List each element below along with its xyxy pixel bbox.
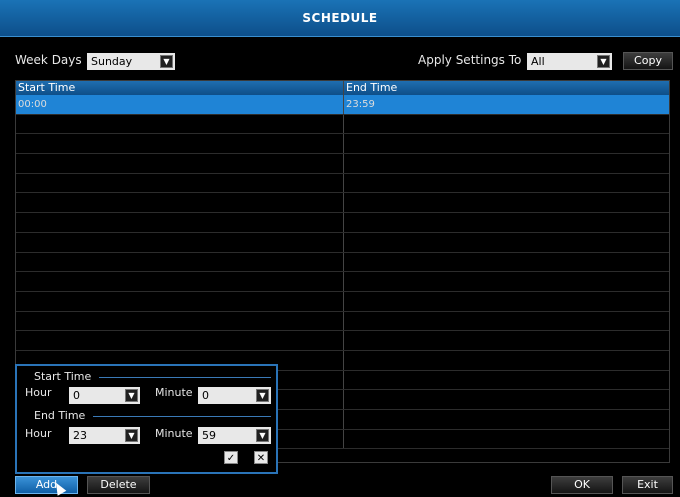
table-header: Start Time End Time xyxy=(16,81,669,95)
dropdown-arrow-icon: ▼ xyxy=(125,429,138,442)
start-hour-dropdown[interactable]: 0 ▼ xyxy=(69,387,140,404)
end-hour-label: Hour xyxy=(25,427,52,440)
dropdown-arrow-icon: ▼ xyxy=(160,55,173,68)
column-header-end-time: End Time xyxy=(346,81,398,94)
dropdown-arrow-icon: ▼ xyxy=(597,55,610,68)
start-time-section-label: Start Time xyxy=(34,370,92,383)
weekdays-value: Sunday xyxy=(91,55,133,68)
exit-button[interactable]: Exit xyxy=(622,476,673,494)
row-end-time: 23:59 xyxy=(346,99,375,110)
table-row[interactable] xyxy=(16,331,669,351)
apply-settings-value: All xyxy=(531,55,545,68)
weekdays-dropdown[interactable]: Sunday ▼ xyxy=(87,53,175,70)
time-editor-panel: Start Time Hour 0 ▼ Minute 0 ▼ End Time … xyxy=(15,364,278,474)
confirm-checkmark-icon[interactable]: ✓ xyxy=(224,451,238,464)
table-row[interactable]: 00:00 23:59 xyxy=(16,95,669,115)
dropdown-arrow-icon: ▼ xyxy=(256,389,269,402)
divider xyxy=(99,377,271,378)
table-row[interactable] xyxy=(16,311,669,332)
window-title: SCHEDULE xyxy=(302,11,378,25)
end-hour-dropdown[interactable]: 23 ▼ xyxy=(69,427,140,444)
start-hour-value: 0 xyxy=(73,389,80,402)
end-time-section-label: End Time xyxy=(34,409,86,422)
apply-settings-label: Apply Settings To xyxy=(418,53,522,67)
table-row[interactable] xyxy=(16,173,669,194)
cancel-x-icon[interactable]: ✕ xyxy=(254,451,268,464)
table-row[interactable] xyxy=(16,232,669,253)
end-minute-dropdown[interactable]: 59 ▼ xyxy=(198,427,271,444)
dropdown-arrow-icon: ▼ xyxy=(125,389,138,402)
copy-button[interactable]: Copy xyxy=(623,52,673,70)
add-button[interactable]: Add xyxy=(15,476,78,494)
start-hour-label: Hour xyxy=(25,386,52,399)
table-row[interactable] xyxy=(16,114,669,135)
table-row[interactable] xyxy=(16,193,669,214)
title-bar: SCHEDULE xyxy=(0,0,680,37)
column-header-start-time: Start Time xyxy=(16,81,344,95)
weekdays-label: Week Days xyxy=(15,53,82,67)
table-row[interactable] xyxy=(16,272,669,292)
table-row[interactable] xyxy=(16,213,669,233)
start-minute-dropdown[interactable]: 0 ▼ xyxy=(198,387,271,404)
end-minute-value: 59 xyxy=(202,429,216,442)
end-minute-label: Minute xyxy=(155,427,193,440)
dropdown-arrow-icon: ▼ xyxy=(256,429,269,442)
ok-button[interactable]: OK xyxy=(551,476,613,494)
start-minute-label: Minute xyxy=(155,386,193,399)
divider xyxy=(93,416,271,417)
delete-button[interactable]: Delete xyxy=(87,476,150,494)
table-row[interactable] xyxy=(16,291,669,312)
start-minute-value: 0 xyxy=(202,389,209,402)
table-row[interactable] xyxy=(16,252,669,273)
table-row[interactable] xyxy=(16,154,669,174)
end-hour-value: 23 xyxy=(73,429,87,442)
row-start-time: 00:00 xyxy=(16,95,344,114)
table-row[interactable] xyxy=(16,134,669,155)
apply-settings-dropdown[interactable]: All ▼ xyxy=(527,53,612,70)
